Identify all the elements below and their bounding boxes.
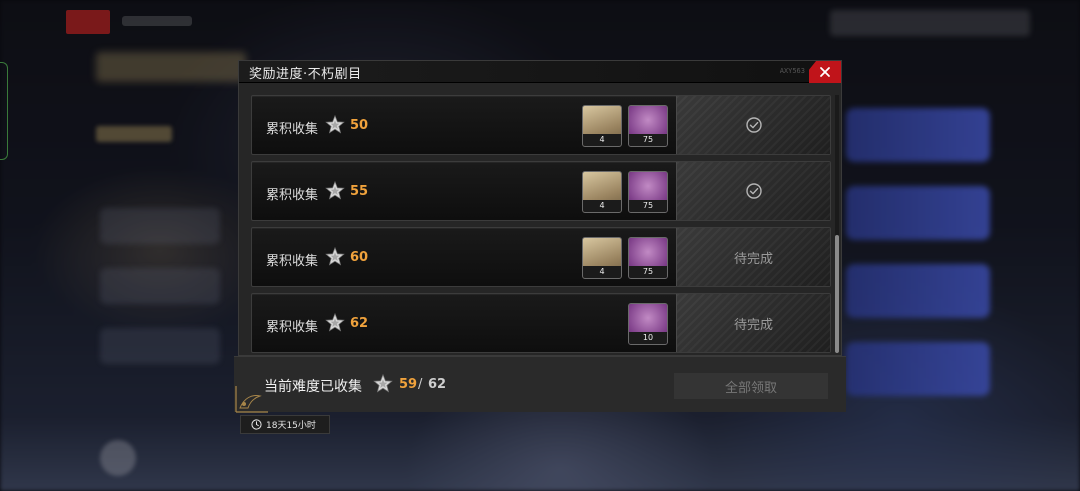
reward-quantity: 75	[629, 266, 667, 278]
background-menu-item	[100, 268, 220, 304]
row-count: 62	[350, 316, 369, 331]
reward-item-character[interactable]: 4	[582, 237, 622, 279]
background-title	[96, 52, 246, 82]
star-icon	[373, 373, 393, 393]
reward-quantity: 4	[583, 134, 621, 146]
reward-item-character[interactable]: 4	[582, 171, 622, 213]
check-circle-icon	[745, 183, 762, 199]
background-chip	[96, 126, 172, 142]
row-label: 累积收集	[266, 188, 319, 203]
row-count: 60	[350, 250, 369, 265]
collected-total: 62	[428, 377, 447, 392]
reward-quantity: 75	[629, 200, 667, 212]
reward-row: 累积收集 62 10 待完成	[251, 293, 831, 353]
reward-row: 累积收集 60 4 75 待完成	[251, 227, 831, 287]
background-avatar	[100, 440, 136, 476]
reward-item-currency[interactable]: 75	[628, 171, 668, 213]
reward-item-currency[interactable]: 75	[628, 105, 668, 147]
status-text: 待完成	[733, 317, 773, 333]
row-label: 累积收集	[266, 122, 319, 137]
timer-text: 18天15小时	[266, 421, 316, 431]
collected-separator: /	[418, 377, 423, 392]
modal-code: AXY563	[779, 67, 805, 75]
background-side-tab	[0, 62, 8, 160]
close-button[interactable]	[809, 61, 841, 83]
row-label: 累积收集	[266, 254, 319, 269]
modal-title: 奖励进度·不朽剧目	[249, 67, 362, 82]
collected-current: 59	[399, 377, 418, 392]
list-scrollbar[interactable]	[835, 95, 839, 353]
reward-item-character[interactable]: 4	[582, 105, 622, 147]
clock-icon	[251, 419, 262, 430]
reward-quantity: 75	[629, 134, 667, 146]
background-top-bar	[830, 10, 1030, 36]
background-menu-item	[100, 208, 220, 244]
pending-status: 待完成	[676, 228, 830, 286]
reward-row: 累积收集 55 4 75	[251, 161, 831, 221]
ornament-icon	[235, 386, 268, 413]
background-stage-card	[846, 108, 990, 162]
currency-gem-icon	[629, 238, 667, 268]
background-stage-card	[846, 264, 990, 318]
reward-quantity: 4	[583, 200, 621, 212]
star-icon	[325, 180, 345, 200]
currency-gem-icon	[629, 106, 667, 136]
collection-footer: 当前难度已收集 59 / 62 全部领取	[234, 356, 846, 412]
star-icon	[325, 246, 345, 266]
check-circle-icon	[745, 117, 762, 133]
row-label: 累积收集	[266, 320, 319, 335]
row-count: 55	[350, 184, 369, 199]
reward-item-currency[interactable]: 75	[628, 237, 668, 279]
modal-header: 奖励进度·不朽剧目 AXY563	[239, 61, 841, 83]
collected-label: 当前难度已收集	[264, 379, 362, 395]
time-remaining: 18天15小时	[240, 415, 330, 434]
character-portrait-icon	[583, 238, 621, 268]
claimed-status	[676, 162, 830, 220]
row-count: 50	[350, 118, 369, 133]
background-logo-text	[122, 16, 192, 26]
reward-progress-modal: 奖励进度·不朽剧目 AXY563 累积收集 50 4 75 累积收集 55 4 …	[238, 60, 842, 356]
star-icon	[325, 312, 345, 332]
claim-all-button[interactable]: 全部领取	[674, 373, 828, 399]
status-text: 待完成	[733, 251, 773, 267]
reward-list: 累积收集 50 4 75 累积收集 55 4 75 累积收集 60 4 75 待…	[251, 95, 831, 359]
background-stage-card	[846, 342, 990, 396]
character-portrait-icon	[583, 172, 621, 202]
character-portrait-icon	[583, 106, 621, 136]
scrollbar-thumb[interactable]	[835, 235, 839, 353]
reward-row: 累积收集 50 4 75	[251, 95, 831, 155]
reward-quantity: 10	[629, 332, 667, 344]
background-logo	[66, 10, 110, 34]
claimed-status	[676, 96, 830, 154]
pending-status: 待完成	[676, 294, 830, 352]
currency-gem-icon	[629, 304, 667, 334]
background-menu-item	[100, 328, 220, 364]
reward-item-currency[interactable]: 10	[628, 303, 668, 345]
close-icon	[820, 67, 830, 77]
background-stage-card	[846, 186, 990, 240]
star-icon	[325, 114, 345, 134]
reward-quantity: 4	[583, 266, 621, 278]
currency-gem-icon	[629, 172, 667, 202]
